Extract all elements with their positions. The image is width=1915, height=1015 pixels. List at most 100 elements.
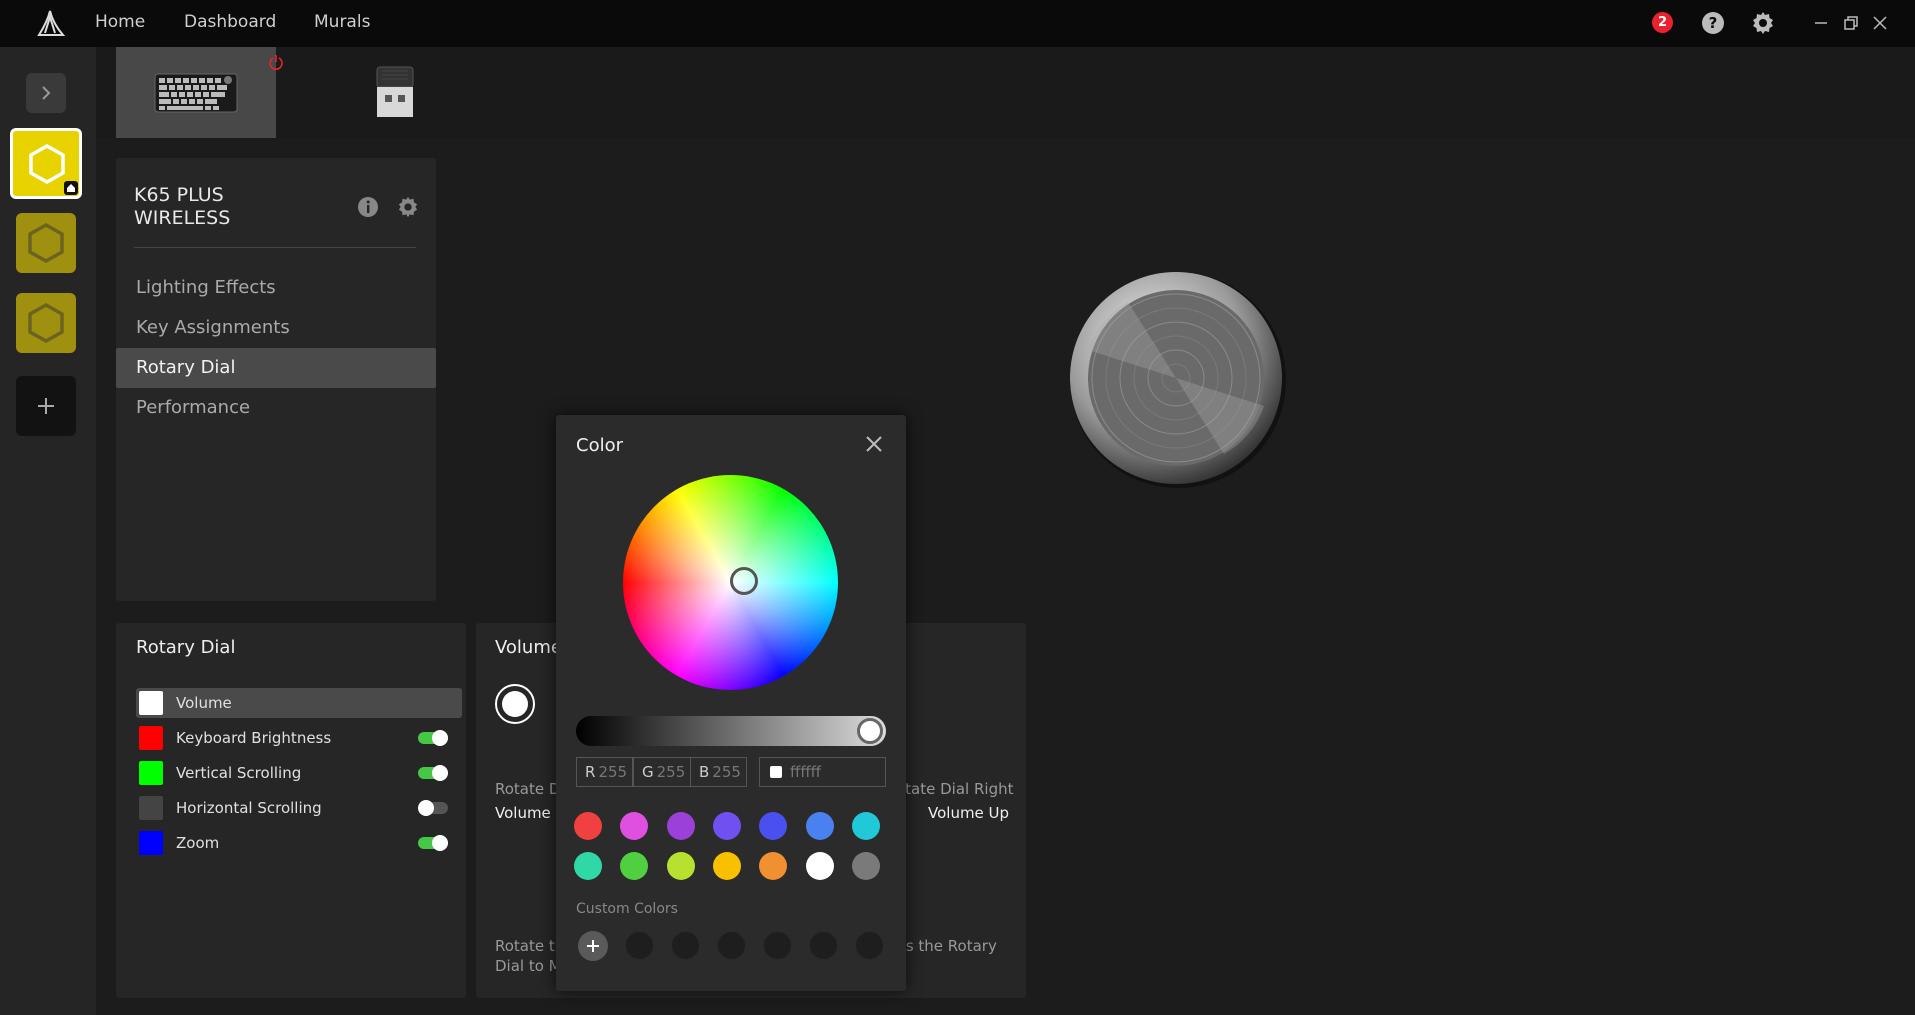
preset-color-swatch[interactable]	[851, 812, 880, 840]
info-icon[interactable]	[357, 196, 379, 218]
press-description-2: Dial to M	[495, 957, 562, 975]
menu-lighting-effects[interactable]: Lighting Effects	[116, 268, 436, 308]
profile-3[interactable]	[16, 293, 76, 353]
color-picker-dialog: Color R 255 G 255 B 255 ffffff Custom Color…	[556, 415, 906, 991]
minimize-icon[interactable]	[1810, 12, 1832, 34]
mode-row-zoom[interactable]: Zoom	[136, 828, 462, 858]
close-window-icon[interactable]	[1869, 12, 1891, 34]
preset-color-swatch[interactable]	[851, 852, 880, 880]
volume-color-button[interactable]	[495, 684, 535, 724]
mode-label: Keyboard Brightness	[176, 729, 332, 747]
mode-label: Volume	[176, 694, 232, 712]
rotate-right-action[interactable]: Volume Up	[928, 804, 1009, 822]
mode-color-swatch[interactable]	[139, 796, 163, 820]
mode-toggle[interactable]	[418, 835, 448, 851]
blue-input[interactable]: B 255	[690, 757, 747, 787]
preset-color-swatch[interactable]	[620, 852, 649, 880]
volume-title: Volume	[495, 637, 562, 658]
profile-1-active[interactable]	[10, 128, 82, 199]
mode-row-keyboard-brightness[interactable]: Keyboard Brightness	[136, 723, 462, 753]
profile-rail	[0, 47, 96, 1015]
title-bar: Home Dashboard Murals 2 ?	[0, 0, 1915, 47]
svg-text:?: ?	[1709, 14, 1718, 32]
menu-performance[interactable]: Performance	[116, 388, 436, 428]
device-tab-dongle[interactable]	[316, 47, 476, 138]
hexagon-icon	[28, 223, 64, 263]
device-name-line2: WIRELESS	[134, 207, 231, 229]
preset-color-swatch[interactable]	[666, 852, 695, 880]
restore-icon[interactable]	[1840, 12, 1862, 34]
brightness-slider-handle[interactable]	[857, 718, 883, 744]
plus-icon	[38, 398, 54, 414]
preset-color-swatch[interactable]	[759, 852, 788, 880]
power-icon	[269, 55, 283, 70]
press-description-right: ss the Rotary	[898, 937, 997, 955]
preset-color-swatch[interactable]	[574, 812, 602, 840]
preset-color-swatch[interactable]	[712, 812, 741, 840]
mode-toggle[interactable]	[418, 765, 448, 781]
custom-colors-label: Custom Colors	[576, 901, 678, 917]
nav-dashboard[interactable]: Dashboard	[184, 0, 276, 47]
preset-color-swatch[interactable]	[574, 852, 602, 880]
profile-2[interactable]	[16, 213, 76, 273]
brightness-slider[interactable]	[576, 716, 886, 746]
mode-toggle[interactable]	[418, 800, 448, 816]
device-strip	[96, 47, 1915, 138]
notification-badge[interactable]: 2	[1652, 12, 1673, 33]
rotary-dial-modes-panel: Rotary Dial Volume Keyboard Brightness V…	[116, 623, 466, 998]
mode-toggle[interactable]	[418, 730, 448, 746]
press-description-1: Rotate th	[495, 937, 565, 955]
mode-color-swatch[interactable]	[139, 761, 163, 785]
red-input[interactable]: R 255	[576, 757, 633, 787]
custom-color-slot[interactable]	[671, 931, 700, 960]
settings-gear-icon[interactable]	[1751, 11, 1775, 35]
preset-color-swatch[interactable]	[666, 812, 695, 840]
add-custom-color-button[interactable]	[578, 931, 608, 961]
menu-key-assignments[interactable]: Key Assignments	[116, 308, 436, 348]
custom-color-slot[interactable]	[717, 931, 746, 960]
hexagon-icon	[29, 144, 65, 184]
help-icon[interactable]: ?	[1701, 11, 1725, 35]
rotate-left-label: Rotate D	[495, 780, 561, 798]
mode-color-swatch[interactable]	[139, 831, 163, 855]
preset-color-swatch[interactable]	[805, 852, 834, 880]
corsair-logo-icon[interactable]	[36, 9, 66, 37]
device-name-line1: K65 PLUS	[134, 184, 224, 206]
mode-row-vertical-scrolling[interactable]: Vertical Scrolling	[136, 758, 462, 788]
custom-color-slot[interactable]	[763, 931, 792, 960]
wireless-dongle-icon	[376, 66, 414, 117]
hexagon-icon	[28, 303, 64, 343]
close-icon[interactable]	[865, 435, 883, 453]
add-profile-button[interactable]	[16, 376, 76, 436]
mode-row-horizontal-scrolling[interactable]: Horizontal Scrolling	[136, 793, 462, 823]
preset-color-swatch[interactable]	[759, 812, 788, 840]
device-menu-panel: K65 PLUS WIRELESS Lighting Effects Key A…	[116, 158, 436, 601]
hex-color-preview	[770, 766, 782, 778]
custom-color-slot[interactable]	[809, 931, 838, 960]
color-dialog-title: Color	[576, 435, 623, 456]
hex-input[interactable]: ffffff	[759, 757, 886, 787]
mode-label: Zoom	[176, 834, 220, 852]
mode-label: Horizontal Scrolling	[176, 799, 322, 817]
mode-color-swatch[interactable]	[139, 691, 163, 715]
nav-home[interactable]: Home	[95, 0, 145, 47]
keyboard-icon	[154, 73, 238, 113]
green-input[interactable]: G 255	[633, 757, 691, 787]
preset-color-swatch[interactable]	[620, 812, 649, 840]
mode-color-swatch[interactable]	[139, 726, 163, 750]
mode-label: Vertical Scrolling	[176, 764, 302, 782]
color-wheel-handle[interactable]	[730, 567, 758, 595]
device-tab-keyboard[interactable]	[116, 47, 283, 138]
custom-color-slot[interactable]	[625, 931, 654, 960]
custom-color-slot[interactable]	[855, 931, 884, 960]
preset-color-swatch[interactable]	[805, 812, 834, 840]
nav-murals[interactable]: Murals	[314, 0, 370, 47]
rotary-dial-image	[1070, 272, 1286, 488]
rotary-dial-title: Rotary Dial	[136, 637, 236, 658]
rotate-right-label: otate Dial Right	[896, 780, 1014, 798]
expand-rail-button[interactable]	[26, 73, 66, 113]
mode-row-volume[interactable]: Volume	[136, 688, 462, 718]
menu-rotary-dial[interactable]: Rotary Dial	[116, 348, 436, 388]
device-settings-gear-icon[interactable]	[397, 196, 419, 218]
preset-color-swatch[interactable]	[712, 852, 741, 880]
